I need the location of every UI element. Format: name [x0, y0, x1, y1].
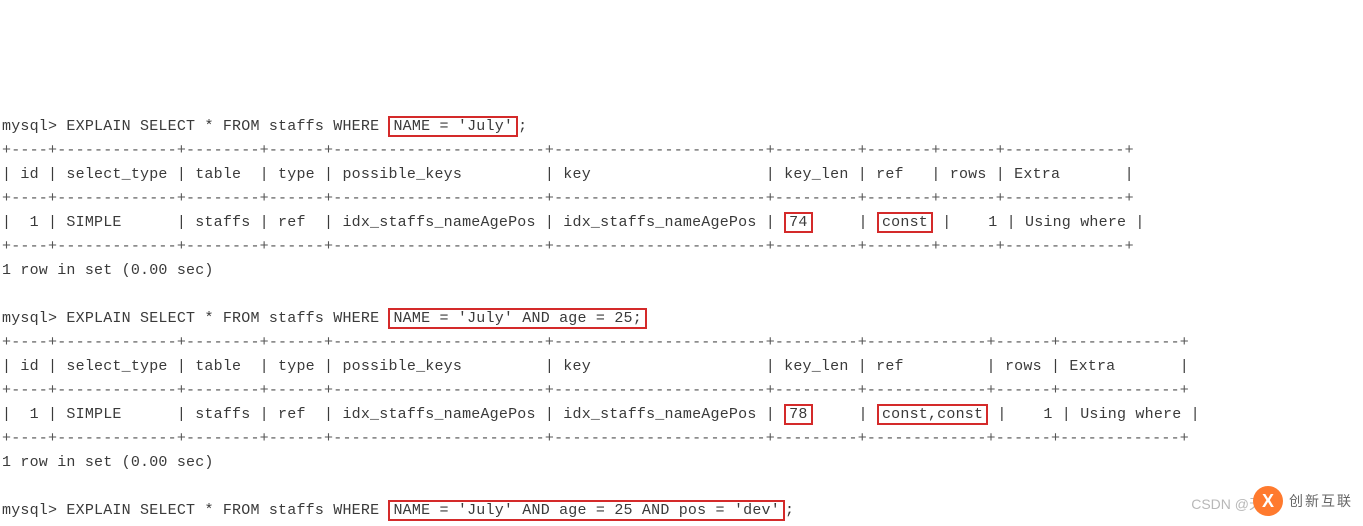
brand-logo: X 创新互联	[1253, 486, 1353, 516]
table-border: +----+-------------+--------+------+----…	[2, 142, 1134, 159]
table-border: +----+-------------+--------+------+----…	[2, 382, 1189, 399]
where-tail: ;	[785, 502, 794, 519]
table-border: +----+-------------+--------+------+----…	[2, 430, 1189, 447]
highlight-keylen-2: 78	[784, 404, 812, 425]
table-row-tail: | 1 | Using where |	[942, 214, 1144, 231]
prompt: mysql>	[2, 310, 57, 327]
highlight-keylen-1: 74	[784, 212, 812, 233]
table-row: | 1 | SIMPLE | staffs | ref | idx_staffs…	[2, 214, 775, 231]
where-tail: ;	[518, 118, 527, 135]
table-header: | id | select_type | table | type | poss…	[2, 358, 1189, 375]
table-row-mid: |	[813, 214, 868, 231]
table-row: | 1 | SIMPLE | staffs | ref | idx_staffs…	[2, 406, 775, 423]
table-row-mid: |	[813, 406, 868, 423]
prompt: mysql>	[2, 118, 57, 135]
table-border: +----+-------------+--------+------+----…	[2, 334, 1189, 351]
highlight-ref-1: const	[877, 212, 933, 233]
highlight-where-3: NAME = 'July' AND age = 25 AND pos = 'de…	[388, 500, 784, 521]
table-border: +----+-------------+--------+------+----…	[2, 238, 1134, 255]
rows-in-set: 1 row in set (0.00 sec)	[2, 454, 214, 471]
logo-label: 创新互联	[1289, 491, 1353, 511]
explain-prefix: EXPLAIN SELECT * FROM staffs WHERE	[66, 118, 379, 135]
rows-in-set: 1 row in set (0.00 sec)	[2, 262, 214, 279]
table-header: | id | select_type | table | type | poss…	[2, 166, 1134, 183]
highlight-where-1: NAME = 'July'	[388, 116, 518, 137]
table-row-tail: | 1 | Using where |	[997, 406, 1199, 423]
highlight-ref-2: const,const	[877, 404, 988, 425]
table-border: +----+-------------+--------+------+----…	[2, 190, 1134, 207]
highlight-where-2: NAME = 'July' AND age = 25;	[388, 308, 646, 329]
explain-prefix: EXPLAIN SELECT * FROM staffs WHERE	[66, 502, 379, 519]
explain-prefix: EXPLAIN SELECT * FROM staffs WHERE	[66, 310, 379, 327]
logo-icon: X	[1253, 486, 1283, 516]
mysql-terminal: mysql> EXPLAIN SELECT * FROM staffs WHER…	[0, 85, 1363, 526]
prompt: mysql>	[2, 502, 57, 519]
